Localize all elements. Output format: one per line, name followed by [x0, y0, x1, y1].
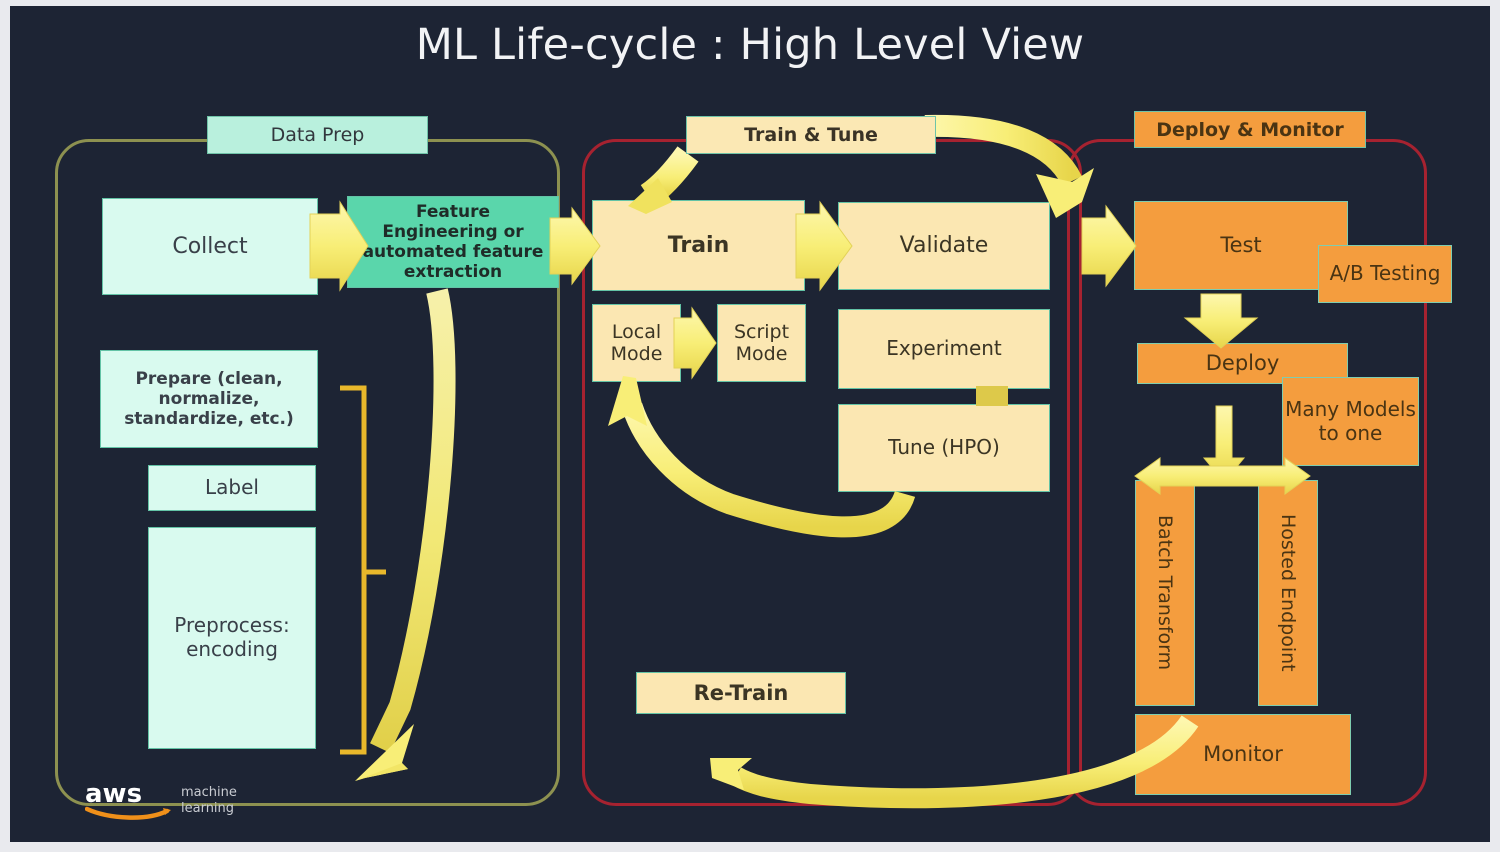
box-test[interactable]: Test: [1134, 201, 1348, 290]
aws-product-line-2: learning: [181, 801, 234, 816]
box-train[interactable]: Train: [592, 200, 805, 291]
aws-product-line-1: machine: [181, 785, 237, 800]
section-tab-train-tune[interactable]: Train & Tune: [686, 116, 936, 154]
diagram-stage: ML Life-cycle : High Level View Data Pre…: [10, 6, 1490, 842]
box-local-mode[interactable]: Local Mode: [592, 304, 681, 382]
box-many-models-to-one[interactable]: Many Models to one: [1282, 377, 1419, 466]
box-hosted-endpoint[interactable]: Hosted Endpoint: [1258, 480, 1318, 706]
box-script-mode[interactable]: Script Mode: [717, 304, 806, 382]
box-label[interactable]: Label: [148, 465, 316, 511]
aws-wordmark: aws: [85, 779, 142, 809]
box-tune-hpo[interactable]: Tune (HPO): [838, 404, 1050, 492]
diagram-canvas: ML Life-cycle : High Level View Data Pre…: [0, 0, 1500, 852]
box-retrain[interactable]: Re-Train: [636, 672, 846, 714]
box-validate[interactable]: Validate: [838, 202, 1050, 290]
aws-machine-learning-logo: aws machine learning: [85, 779, 237, 820]
aws-smile-icon: [85, 806, 170, 820]
box-batch-transform[interactable]: Batch Transform: [1135, 480, 1195, 706]
box-experiment[interactable]: Experiment: [838, 309, 1050, 389]
box-prepare[interactable]: Prepare (clean, normalize, standardize, …: [100, 350, 318, 448]
box-monitor[interactable]: Monitor: [1135, 714, 1351, 795]
box-collect[interactable]: Collect: [102, 198, 318, 295]
box-ab-testing[interactable]: A/B Testing: [1318, 245, 1452, 303]
section-tab-deploy-monitor[interactable]: Deploy & Monitor: [1134, 111, 1366, 148]
page-title: ML Life-cycle : High Level View: [415, 20, 1085, 70]
box-preprocess-encoding[interactable]: Preprocess: encoding: [148, 527, 316, 749]
box-feature-engineering[interactable]: Feature Engineering or automated feature…: [347, 196, 559, 288]
section-tab-data-prep[interactable]: Data Prep: [207, 116, 428, 154]
